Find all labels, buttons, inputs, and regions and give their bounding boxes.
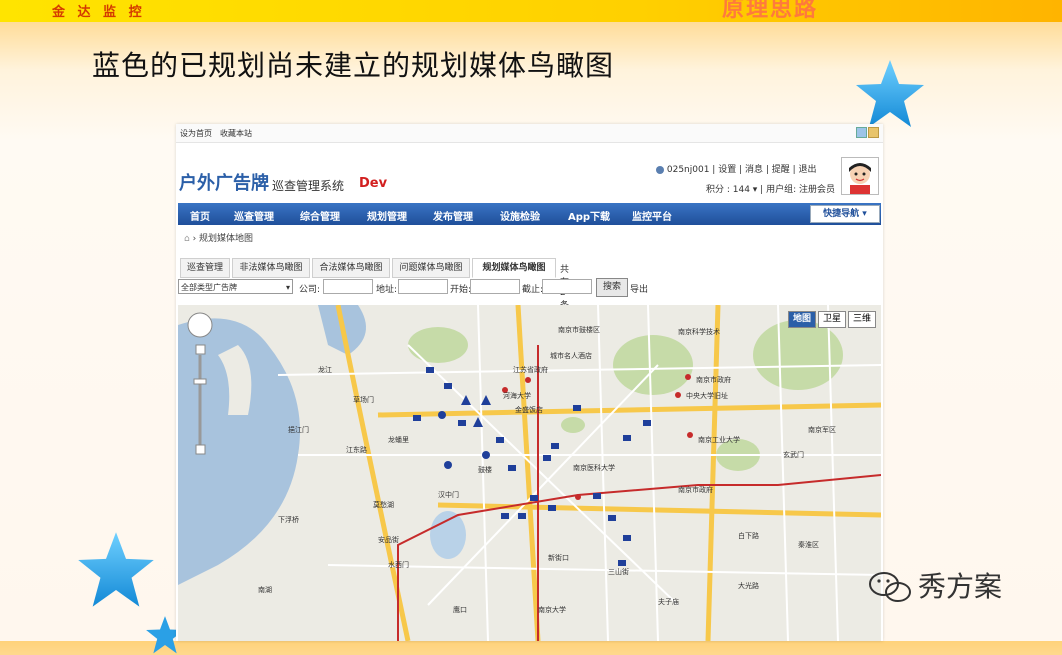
reminders-link[interactable]: 提醒	[772, 165, 790, 175]
end-date-input[interactable]	[542, 279, 592, 294]
end-label: 截止:	[522, 285, 544, 295]
start-date-input[interactable]	[470, 279, 520, 294]
nav-planning[interactable]: 规划管理	[367, 208, 407, 223]
quick-nav-button[interactable]: 快捷导航 ▾	[810, 205, 880, 223]
map-label: 白下路	[738, 532, 759, 540]
messages-link[interactable]: 消息	[745, 165, 763, 175]
settings-link[interactable]: 设置	[718, 165, 736, 175]
map-label: 河海大学	[503, 392, 531, 400]
map-label: 大光路	[738, 582, 759, 590]
slide-top-bar: 金 达 监 控 原理思路	[0, 0, 1062, 22]
points-label[interactable]: 积分 : 144	[706, 185, 750, 195]
logout-link[interactable]: 退出	[799, 165, 817, 175]
quick-nav-label: 快捷导航	[823, 209, 860, 219]
map-label: 江东路	[346, 446, 367, 454]
map-label: 鹰口	[453, 606, 467, 614]
filter-bar: 全部类型广告牌 ▾ 公司: 地址: 开始: 截止: 搜索 导出	[178, 278, 881, 299]
map-label: 南湖	[258, 586, 272, 594]
export-link[interactable]: 导出	[630, 282, 648, 295]
map-label: 南京工业大学	[698, 436, 740, 444]
map-label: 江苏省政府	[513, 366, 548, 374]
map-label: 安品街	[378, 536, 399, 544]
map-label: 金盛饭店	[515, 406, 543, 414]
map-label: 下浮桥	[278, 516, 299, 524]
company-label: 公司:	[299, 285, 321, 295]
top-links-bar: 设为首页 收藏本站	[176, 124, 883, 143]
map-label: 汉中门	[438, 491, 459, 499]
user-icon	[656, 165, 664, 174]
username-link[interactable]: 025nj001	[667, 165, 710, 175]
tab-problem-media[interactable]: 问题媒体鸟瞰图	[392, 258, 470, 278]
site-title: 户外广告牌	[179, 173, 269, 194]
set-homepage-link[interactable]: 设为首页	[180, 128, 212, 139]
map-label: 草场门	[353, 396, 374, 404]
map-type-map[interactable]: 地图	[788, 311, 816, 328]
map-label: 南京大学	[538, 606, 566, 614]
nav-facility-check[interactable]: 设施检验	[500, 208, 540, 223]
type-select-value: 全部类型广告牌	[181, 283, 237, 292]
map-label: 南京市政府	[696, 376, 731, 384]
map-label: 水西门	[388, 561, 409, 569]
watermark-text: 秀方案	[918, 570, 1003, 603]
star-icon	[78, 532, 154, 607]
company-input[interactable]	[323, 279, 373, 294]
home-icon[interactable]: ⌂	[184, 234, 190, 244]
bookmark-link[interactable]: 收藏本站	[220, 128, 252, 139]
user-group-label[interactable]: 用户组: 注册会员	[766, 185, 835, 195]
avatar[interactable]	[841, 157, 879, 195]
mail-icon[interactable]	[868, 127, 879, 138]
map-labels: 南京市鼓楼区 城市名人酒店 江苏省政府 河海大学 金盛饭店 南京医科大学 南京科…	[178, 305, 881, 641]
map-label: 城市名人酒店	[550, 352, 592, 360]
main-nav: 首页 巡查管理 综合管理 规划管理 发布管理 设施检验 App下载 监控平台 快…	[178, 203, 881, 225]
nav-publish[interactable]: 发布管理	[433, 208, 473, 223]
map-label: 挹江门	[288, 426, 309, 434]
site-subtitle: 巡查管理系统	[272, 179, 345, 193]
address-input[interactable]	[398, 279, 448, 294]
map-label: 夫子庙	[658, 598, 679, 606]
map-type-satellite[interactable]: 卫星	[818, 311, 846, 328]
map-label: 中央大学旧址	[686, 392, 728, 400]
map-label: 莫愁湖	[373, 501, 394, 509]
slide-title: 蓝色的已规划尚未建立的规划媒体鸟瞰图	[92, 49, 615, 82]
feed-icon[interactable]	[856, 127, 867, 138]
nav-general[interactable]: 综合管理	[300, 208, 340, 223]
nav-monitor[interactable]: 监控平台	[632, 208, 672, 223]
wechat-icon	[869, 572, 911, 602]
type-select[interactable]: 全部类型广告牌 ▾	[178, 279, 293, 294]
tab-legal-media[interactable]: 合法媒体鸟瞰图	[312, 258, 390, 278]
map-type-3d[interactable]: 三维	[848, 311, 876, 328]
search-button[interactable]: 搜索	[596, 278, 628, 297]
map-label: 南京市鼓楼区	[558, 326, 600, 334]
map-label: 秦淮区	[798, 541, 819, 549]
tab-planned-media[interactable]: 规划媒体鸟瞰图	[472, 258, 556, 278]
star-icon	[856, 60, 924, 127]
slide-corner-title: 原理思路	[722, 0, 819, 22]
slide-brand: 金 达 监 控	[52, 5, 146, 20]
tab-inspection[interactable]: 巡查管理	[180, 258, 230, 278]
user-stats: 积分 : 144 ▾ | 用户组: 注册会员	[706, 185, 835, 195]
address-label: 地址:	[376, 285, 398, 295]
map-label: 龙江	[318, 366, 332, 374]
start-label: 开始:	[450, 285, 472, 295]
site-dev-badge: Dev	[359, 176, 388, 191]
map-label: 南京医科大学	[573, 464, 615, 472]
breadcrumb: ⌂ › 规划媒体地图	[184, 234, 254, 244]
map-label: 南京市政府	[678, 486, 713, 494]
map-label: 三山街	[608, 568, 629, 576]
browser-screenshot: 设为首页 收藏本站 户外广告牌 巡查管理系统 Dev 025nj001 | 设置…	[176, 124, 883, 641]
map-label: 龙蟠里	[388, 436, 409, 444]
tab-illegal-media[interactable]: 非法媒体鸟瞰图	[232, 258, 310, 278]
map-label: 新街口	[548, 554, 569, 562]
map-label: 南京科学技术	[678, 328, 720, 336]
map-view[interactable]: 南京市鼓楼区 城市名人酒店 江苏省政府 河海大学 金盛饭店 南京医科大学 南京科…	[178, 305, 881, 641]
nav-app-download[interactable]: App下载	[568, 208, 610, 223]
nav-inspection[interactable]: 巡查管理	[234, 208, 274, 223]
user-bar: 025nj001 | 设置 | 消息 | 提醒 | 退出	[656, 162, 817, 175]
map-label: 玄武门	[783, 451, 804, 459]
nav-home[interactable]: 首页	[190, 208, 210, 223]
map-label: 鼓楼	[478, 466, 492, 474]
chevron-down-icon: ▾	[285, 283, 290, 292]
map-label: 南京军区	[808, 426, 836, 434]
breadcrumb-current: 规划媒体地图	[199, 234, 254, 244]
